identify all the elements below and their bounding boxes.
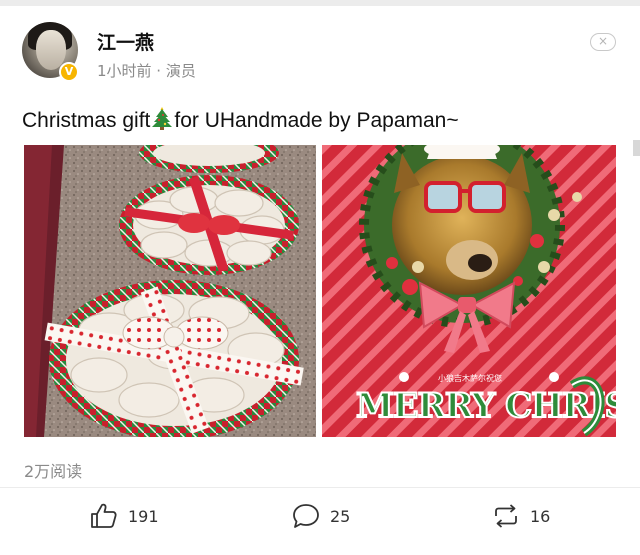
repost-button[interactable]: 16 xyxy=(492,496,550,536)
post-image-dumplings[interactable] xyxy=(24,145,316,437)
like-count: 191 xyxy=(128,506,159,526)
repost-count: 16 xyxy=(530,506,551,526)
post-text: Christmas gift for UHandmade by Papaman~ xyxy=(22,106,459,133)
post-text-after: for UHandmade by Papaman~ xyxy=(174,109,459,132)
scrollbar-thumb[interactable] xyxy=(633,140,640,156)
like-button[interactable]: 191 xyxy=(90,496,159,536)
divider xyxy=(0,487,640,488)
read-count: 2万阅读 xyxy=(24,462,83,481)
author-name[interactable]: 江一燕 xyxy=(97,28,154,55)
thumbs-up-icon xyxy=(91,503,117,528)
comment-count: 25 xyxy=(330,506,351,526)
verified-badge-icon: V xyxy=(59,62,79,82)
post-image-christmas-card[interactable]: 小狼吉木萨尔祝您 MERRY CHRISTMAS xyxy=(322,145,616,437)
post-text-before: Christmas gift xyxy=(22,109,151,132)
post-meta: 1小时前 · 演员 xyxy=(97,62,196,80)
comment-button[interactable]: 25 xyxy=(292,496,350,536)
christmas-tree-icon xyxy=(152,107,173,130)
card-title: MERRY CHRISTMAS xyxy=(356,386,616,426)
close-icon[interactable]: × xyxy=(590,33,616,51)
card-caption: 小狼吉木萨尔祝您 xyxy=(438,373,502,383)
repost-icon xyxy=(495,504,517,528)
comment-icon xyxy=(293,504,319,528)
